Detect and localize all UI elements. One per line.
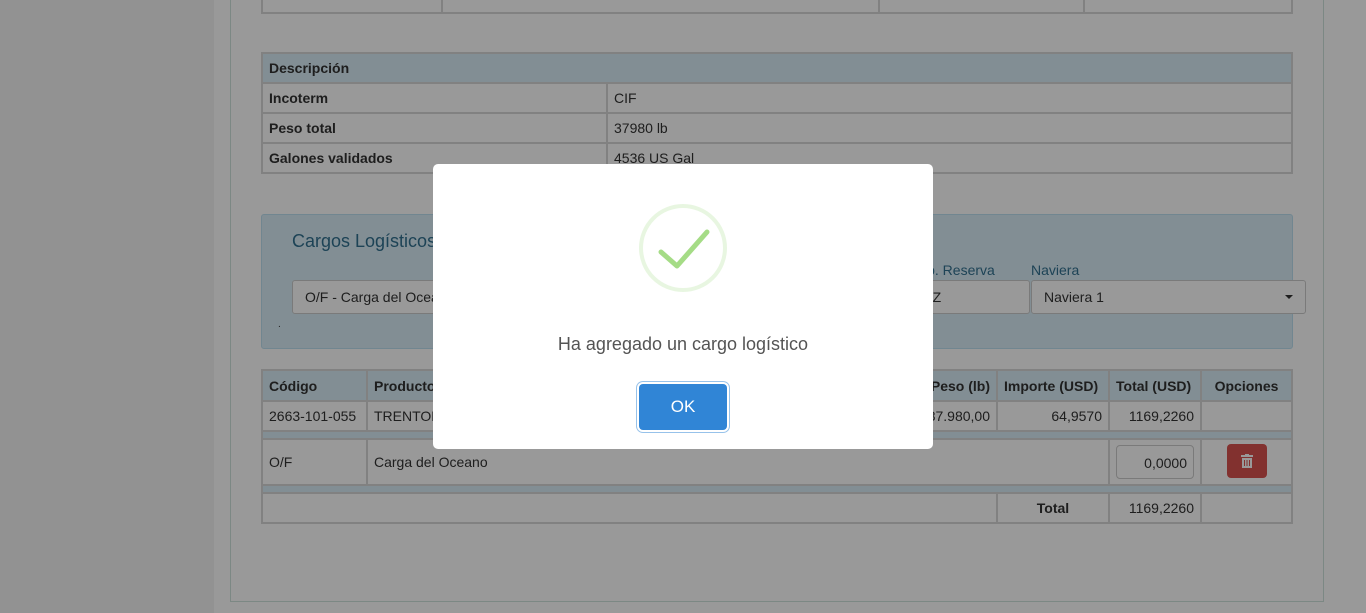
success-modal: Ha agregado un cargo logístico OK [433, 164, 933, 449]
modal-message: Ha agregado un cargo logístico [557, 334, 809, 354]
checkmark-icon [658, 229, 710, 269]
success-ring [639, 204, 727, 292]
ok-button[interactable]: OK [639, 384, 727, 430]
